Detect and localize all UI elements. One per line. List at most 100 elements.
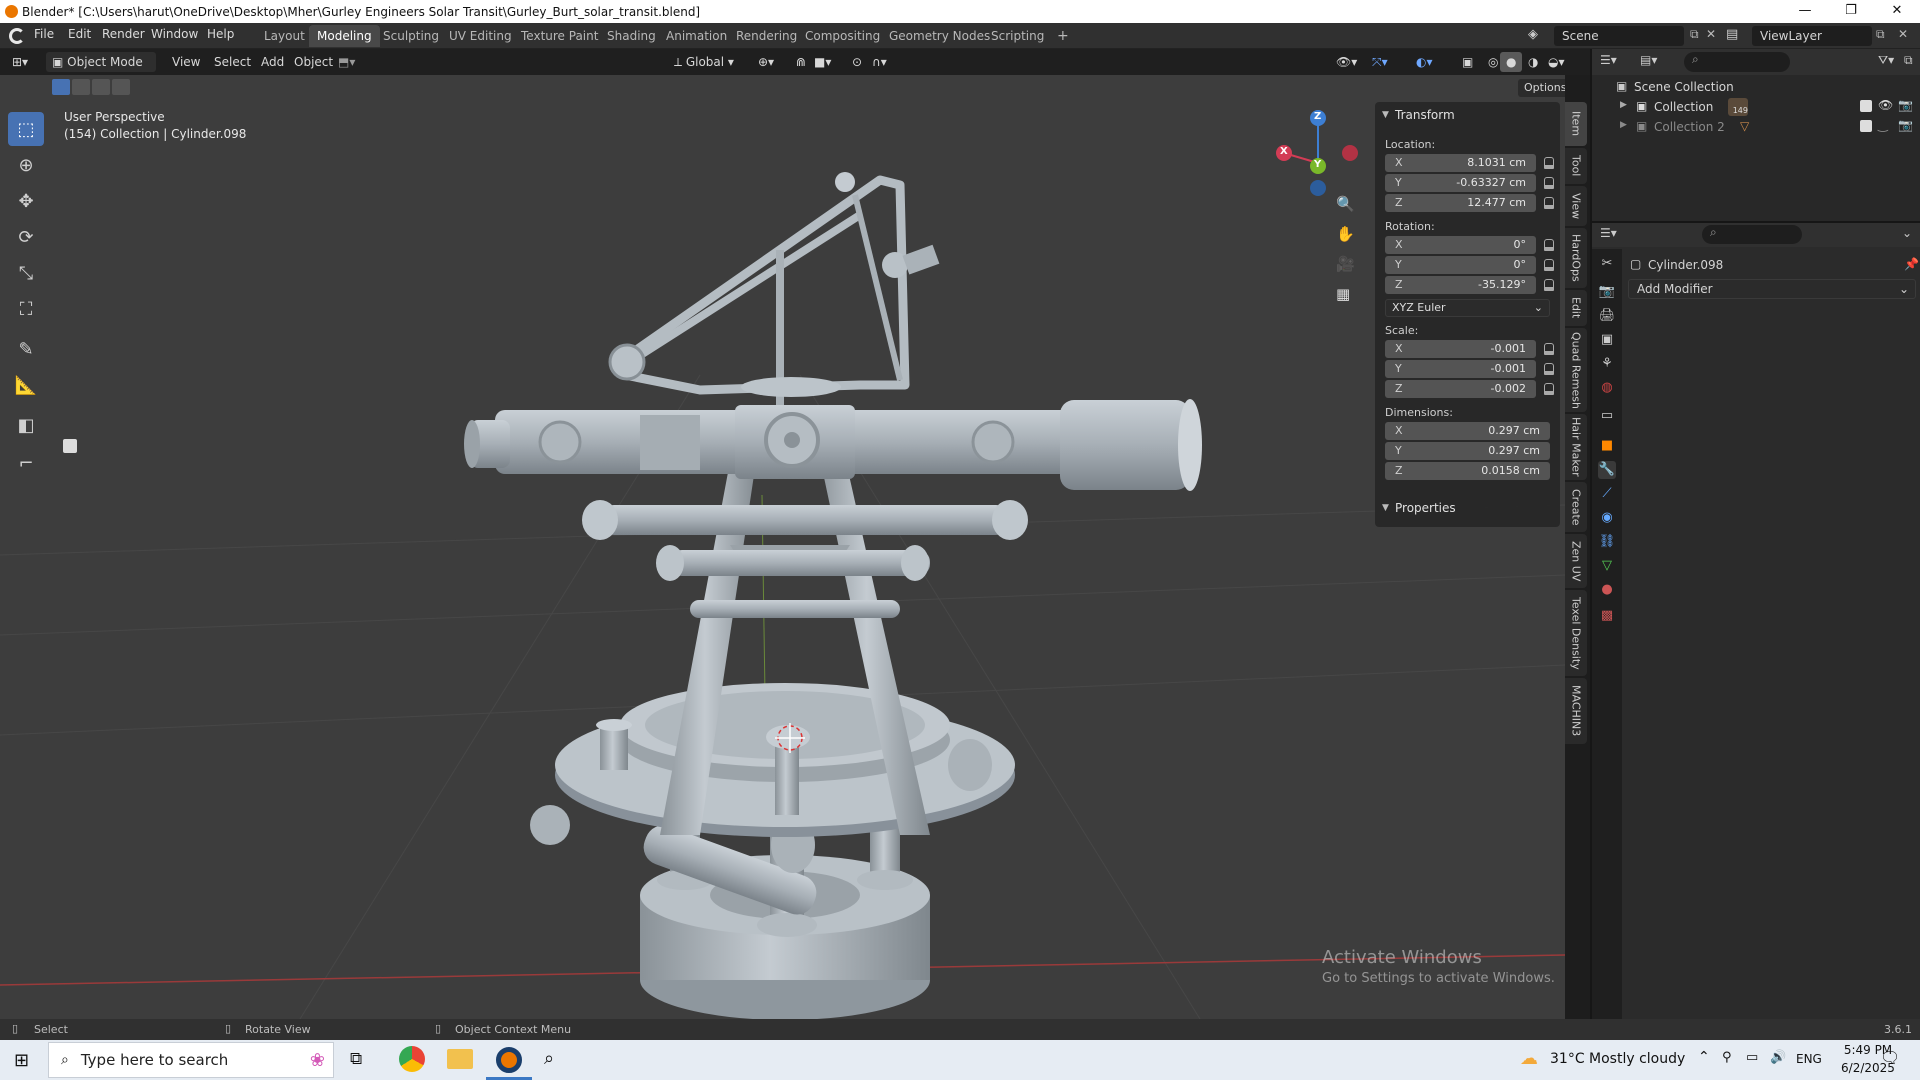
tab-tool[interactable]: Tool xyxy=(1565,148,1587,184)
tab-texture-paint[interactable]: Texture Paint xyxy=(513,25,606,47)
scene-new-icon[interactable]: ⧉ xyxy=(1690,27,1699,42)
display-icon[interactable]: ▭ xyxy=(1746,1050,1758,1065)
tool-props-icon[interactable]: ✂ xyxy=(1598,255,1616,273)
options-button[interactable]: Options xyxy=(1518,79,1565,97)
menu-file[interactable]: File xyxy=(34,27,54,41)
scene-remove-icon[interactable]: ✕ xyxy=(1706,27,1716,41)
properties-editor-icon[interactable]: ☰▾ xyxy=(1600,226,1617,240)
cursor-tool-icon[interactable]: ⊕ xyxy=(8,148,44,182)
lock-icon[interactable] xyxy=(1544,177,1554,189)
measure-tool-icon[interactable]: 📐 xyxy=(8,368,44,402)
falloff-icon[interactable]: ∩▾ xyxy=(866,52,893,72)
lock-icon[interactable] xyxy=(1544,197,1554,209)
outliner-row-collection[interactable]: ▶ ▣ Collection 149 👁 📷 xyxy=(1592,97,1920,117)
3d-viewport[interactable]: ⬚ ⊕ ✥ ⟳ ⤡ ⛶ ✎ 📐 ◧ ⌐ User Perspective (15… xyxy=(0,75,1565,1019)
material-props-icon[interactable]: ● xyxy=(1598,581,1616,599)
menu-view[interactable]: View xyxy=(166,52,206,72)
dimensions-y-field[interactable]: Y 0.297 cm xyxy=(1385,442,1550,460)
tray-chevron-icon[interactable]: ⌃ xyxy=(1698,1049,1710,1065)
menu-render[interactable]: Render xyxy=(102,27,145,41)
visibility-icon[interactable]: 👁▾ xyxy=(1330,52,1363,72)
select-extend-icon[interactable] xyxy=(72,79,90,95)
volume-icon[interactable]: 🔊 xyxy=(1770,1050,1786,1065)
tab-scripting[interactable]: Scripting xyxy=(983,25,1052,47)
constraints-props-icon[interactable]: ⛓ xyxy=(1598,533,1616,551)
gizmo-toggle-icon[interactable]: ⬒▾ xyxy=(332,52,361,72)
solid-shading-icon[interactable]: ● xyxy=(1500,52,1523,72)
task-view-icon[interactable]: ⧉ xyxy=(350,1049,362,1069)
lock-icon[interactable] xyxy=(1544,383,1554,395)
snap-target-icon[interactable]: ■▾ xyxy=(808,52,837,72)
texture-props-icon[interactable]: ▩ xyxy=(1598,607,1616,625)
menu-edit[interactable]: Edit xyxy=(68,27,91,41)
tab-geometry-nodes[interactable]: Geometry Nodes xyxy=(881,25,998,47)
particles-props-icon[interactable]: ⟋ xyxy=(1598,485,1616,503)
rendered-shading-icon[interactable]: ◒▾ xyxy=(1542,52,1571,72)
properties-panel-header[interactable]: ▼ Properties xyxy=(1375,498,1560,518)
tab-modeling[interactable]: Modeling xyxy=(309,25,380,47)
camera-icon[interactable]: 📷 xyxy=(1898,118,1913,132)
pin-icon[interactable]: 📌 xyxy=(1904,257,1919,271)
menu-select[interactable]: Select xyxy=(208,52,257,72)
scale-tool-icon[interactable]: ⤡ xyxy=(8,256,44,290)
scene-icon[interactable]: ◈ xyxy=(1528,27,1548,45)
scene-props-icon[interactable]: ⚘ xyxy=(1598,355,1616,373)
select-new-icon[interactable] xyxy=(52,79,70,95)
network-icon[interactable]: ⚲ xyxy=(1722,1050,1732,1065)
modifier-props-icon[interactable]: 🔧 xyxy=(1598,461,1616,479)
lock-icon[interactable] xyxy=(1544,157,1554,169)
tab-view[interactable]: View xyxy=(1565,186,1587,226)
outliner-row-scene-collection[interactable]: ▣ Scene Collection xyxy=(1592,77,1920,97)
camera-icon[interactable]: 📷 xyxy=(1898,98,1913,112)
filter-icon[interactable]: ⛛▾ xyxy=(1878,53,1894,68)
camera-view-icon[interactable]: 🎥 xyxy=(1336,255,1355,273)
outliner-search-input[interactable]: ⌕ xyxy=(1684,52,1790,72)
tab-machin3[interactable]: MACHIN3 xyxy=(1565,678,1587,744)
add-workspace-button[interactable]: + xyxy=(1049,25,1077,47)
pan-hand-icon[interactable]: ✋ xyxy=(1336,225,1355,243)
tab-sculpting[interactable]: Sculpting xyxy=(375,25,447,47)
sidebar-toggle-icon[interactable] xyxy=(63,439,77,453)
tab-edit[interactable]: Edit xyxy=(1565,290,1587,326)
scale-x-field[interactable]: X -0.001 xyxy=(1385,340,1536,358)
pivot-point-icon[interactable]: ⊕▾ xyxy=(752,52,780,72)
scene-selector[interactable]: Scene xyxy=(1554,26,1684,46)
view-layer-props-icon[interactable]: ▣ xyxy=(1598,331,1616,349)
location-z-field[interactable]: Z 12.477 cm xyxy=(1385,194,1536,212)
view-layer-selector[interactable]: ViewLayer xyxy=(1752,26,1872,46)
navigation-gizmo[interactable]: Z X Y xyxy=(1268,108,1358,198)
scale-y-field[interactable]: Y -0.001 xyxy=(1385,360,1536,378)
file-explorer-icon[interactable] xyxy=(447,1049,473,1069)
display-mode-icon[interactable]: ▤▾ xyxy=(1640,53,1657,67)
extra-tool-icon[interactable]: ⌐ xyxy=(8,446,44,480)
lock-icon[interactable] xyxy=(1544,343,1554,355)
annotate-tool-icon[interactable]: ✎ xyxy=(8,332,44,366)
expand-arrow-icon[interactable]: ▶ xyxy=(1620,120,1627,130)
zoom-icon[interactable]: 🔍 xyxy=(1336,195,1355,213)
menu-add[interactable]: Add xyxy=(255,52,290,72)
transform-panel-header[interactable]: ▼ Transform xyxy=(1375,105,1560,125)
mode-dropdown[interactable]: ▣ Object Mode ▾ xyxy=(46,52,156,89)
world-props-icon[interactable]: ◍ xyxy=(1598,379,1616,397)
tab-layout[interactable]: Layout xyxy=(256,25,313,47)
tab-rendering[interactable]: Rendering xyxy=(728,25,805,47)
view-layer-new-icon[interactable]: ⧉ xyxy=(1876,27,1885,42)
tab-compositing[interactable]: Compositing xyxy=(797,25,888,47)
maximize-button[interactable]: ❐ xyxy=(1828,0,1874,23)
physics-props-icon[interactable]: ◉ xyxy=(1598,509,1616,527)
rotation-mode-dropdown[interactable]: XYZ Euler ⌄ xyxy=(1385,299,1550,317)
menu-help[interactable]: Help xyxy=(207,27,234,41)
rotation-z-field[interactable]: Z -35.129° xyxy=(1385,276,1536,294)
render-props-icon[interactable]: 📷 xyxy=(1598,283,1616,301)
proportional-edit-icon[interactable]: ⊙ xyxy=(846,52,868,72)
object-props-icon[interactable]: ■ xyxy=(1598,437,1616,455)
ortho-toggle-icon[interactable]: ▦ xyxy=(1336,285,1350,303)
outliner-row-collection-2[interactable]: ▶ ▣ Collection 2 ▽ ‿ 📷 xyxy=(1592,117,1920,137)
lock-icon[interactable] xyxy=(1544,363,1554,375)
lock-icon[interactable] xyxy=(1544,239,1554,251)
lock-icon[interactable] xyxy=(1544,259,1554,271)
dimensions-z-field[interactable]: Z 0.0158 cm xyxy=(1385,462,1550,480)
weather-text[interactable]: 31°C Mostly cloudy xyxy=(1550,1051,1685,1067)
search-app-icon[interactable]: ⌕ xyxy=(544,1048,554,1069)
lock-icon[interactable] xyxy=(1544,279,1554,291)
